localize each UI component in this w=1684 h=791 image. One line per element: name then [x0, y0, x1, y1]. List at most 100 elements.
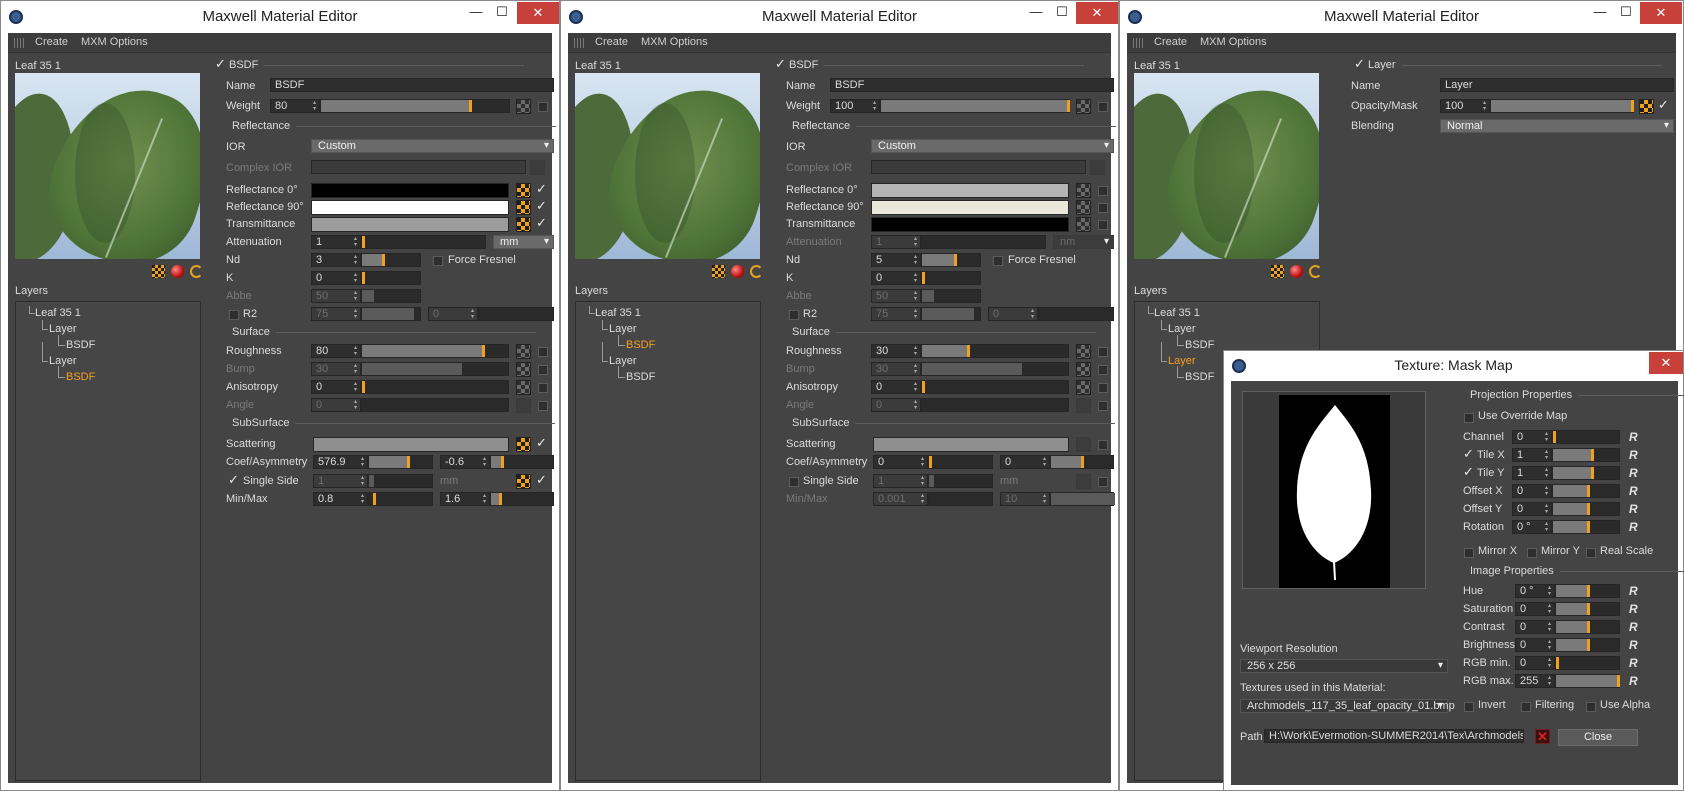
asym-slider[interactable] [1050, 455, 1114, 469]
refl0-color[interactable] [871, 183, 1069, 198]
tree-item-bsdf-2[interactable]: BSDF [1185, 371, 1214, 383]
refresh-icon[interactable] [1309, 265, 1322, 278]
refl90-check[interactable] [1098, 203, 1108, 213]
hue-spinner[interactable]: 0 ° [1515, 584, 1555, 598]
refl90-texture-button[interactable] [516, 200, 531, 215]
dialog-title-bar[interactable]: Texture: Mask Map ✕ [1224, 351, 1683, 381]
refl0-check[interactable] [1098, 186, 1108, 196]
tree-item-layer-1[interactable]: Layer [609, 323, 637, 335]
opacity-slider[interactable] [1490, 99, 1634, 113]
rgb-min-slider[interactable] [1555, 656, 1620, 670]
coef-slider[interactable] [928, 455, 993, 469]
title-bar[interactable]: Maxwell Material Editor — ☐ ✕ [1, 1, 559, 33]
ior-dropdown[interactable]: Custom [311, 139, 554, 153]
tree-item-root[interactable]: Leaf 35 1 [595, 307, 641, 319]
offset-x-spinner[interactable]: 0 [1512, 484, 1552, 498]
aniso-check[interactable] [1098, 383, 1108, 393]
aniso-texture-button[interactable] [516, 380, 531, 395]
red-ball-icon[interactable] [1290, 265, 1303, 278]
menu-mxm-options[interactable]: MXM Options [1200, 36, 1267, 48]
contrast-spinner[interactable]: 0 [1515, 620, 1555, 634]
weight-texture-check[interactable] [538, 102, 548, 112]
title-bar[interactable]: Maxwell Material Editor — ☐ ✕ [1120, 1, 1683, 33]
rough-spinner[interactable]: 30 [871, 344, 921, 358]
offset-x-r-button[interactable]: R [1629, 484, 1638, 498]
aniso-check[interactable] [538, 383, 548, 393]
scatter-color[interactable] [313, 437, 509, 452]
min-slider[interactable] [368, 492, 433, 506]
tile-x-check[interactable]: ✓ [1463, 446, 1474, 462]
tile-x-spinner[interactable]: 1 [1512, 448, 1552, 462]
channel-spinner[interactable]: 0 [1512, 430, 1552, 444]
maximize-button[interactable]: ☐ [1047, 1, 1077, 23]
rough-check[interactable] [538, 347, 548, 357]
rough-spinner[interactable]: 80 [311, 344, 361, 358]
blending-dropdown[interactable]: Normal [1440, 119, 1674, 133]
weight-slider[interactable] [880, 99, 1070, 113]
bump-check[interactable] [1098, 365, 1108, 375]
name-field[interactable]: BSDF [270, 78, 554, 92]
rgb-max-spinner[interactable]: 255 [1515, 674, 1555, 688]
k-slider[interactable] [921, 271, 981, 285]
mirror-x-check[interactable] [1464, 548, 1474, 558]
trans-texture-button[interactable] [516, 217, 531, 232]
maximize-button[interactable]: ☐ [487, 1, 517, 23]
hue-r-button[interactable]: R [1629, 584, 1638, 598]
refresh-icon[interactable] [190, 265, 203, 278]
force-fresnel-check[interactable] [993, 256, 1003, 266]
scatter-texture-button[interactable] [516, 437, 531, 452]
atten-spinner[interactable]: 1 [311, 235, 361, 249]
grip-icon[interactable] [1133, 38, 1145, 48]
tree-item-bsdf-1[interactable]: BSDF [66, 339, 95, 351]
k-spinner[interactable]: 0 [871, 271, 921, 285]
aniso-slider[interactable] [921, 380, 1069, 394]
nd-spinner[interactable]: 3 [311, 253, 361, 267]
refl90-color[interactable] [311, 200, 509, 215]
close-button[interactable]: ✕ [1076, 2, 1118, 24]
force-fresnel-check[interactable] [433, 256, 443, 266]
rough-texture-button[interactable] [1076, 344, 1091, 359]
opacity-spinner[interactable]: 100 [1440, 99, 1490, 113]
aniso-slider[interactable] [361, 380, 509, 394]
max-spinner[interactable]: 1.6 [440, 492, 490, 506]
k-slider[interactable] [361, 271, 421, 285]
weight-spinner[interactable]: 80 [270, 99, 320, 113]
k-spinner[interactable]: 0 [311, 271, 361, 285]
tree-item-layer-1[interactable]: Layer [49, 323, 77, 335]
saturation-r-button[interactable]: R [1629, 602, 1638, 616]
use-alpha-check[interactable] [1586, 702, 1596, 712]
contrast-r-button[interactable]: R [1629, 620, 1638, 634]
single-side-enable-check[interactable]: ✓ [536, 472, 547, 488]
coef-slider[interactable] [368, 455, 433, 469]
saturation-spinner[interactable]: 0 [1515, 602, 1555, 616]
scatter-check[interactable] [1098, 440, 1108, 450]
weight-texture-button[interactable] [516, 99, 531, 114]
tile-x-slider[interactable] [1552, 448, 1620, 462]
path-field[interactable]: H:\Work\Evermotion-SUMMER2014\Tex\Archmo… [1264, 729, 1524, 743]
bump-check[interactable] [538, 365, 548, 375]
asym-slider[interactable] [490, 455, 554, 469]
aniso-spinner[interactable]: 0 [871, 380, 921, 394]
offset-x-slider[interactable] [1552, 484, 1620, 498]
tile-x-r-button[interactable]: R [1629, 448, 1638, 462]
refl90-texture-button[interactable] [1076, 200, 1091, 215]
single-side-check[interactable] [789, 477, 799, 487]
tile-y-spinner[interactable]: 1 [1512, 466, 1552, 480]
invert-check[interactable] [1464, 702, 1474, 712]
scatter-color[interactable] [873, 437, 1069, 452]
rough-slider[interactable] [361, 344, 509, 358]
bsdf-enable-check[interactable]: ✓ [775, 56, 786, 72]
rough-slider[interactable] [921, 344, 1069, 358]
use-override-check[interactable] [1464, 413, 1474, 423]
viewport-dropdown[interactable]: 256 x 256 [1240, 659, 1448, 673]
trans-color[interactable] [311, 217, 509, 232]
single-side-enable-check[interactable] [1098, 477, 1108, 487]
bsdf-enable-check[interactable]: ✓ [215, 56, 226, 72]
mirror-y-check[interactable] [1527, 548, 1537, 558]
ior-dropdown[interactable]: Custom [871, 139, 1114, 153]
r2-check[interactable] [789, 310, 799, 320]
layer-enable-check[interactable]: ✓ [1354, 56, 1365, 72]
nd-spinner[interactable]: 5 [871, 253, 921, 267]
nd-slider[interactable] [361, 253, 421, 267]
weight-texture-check[interactable] [1098, 102, 1108, 112]
